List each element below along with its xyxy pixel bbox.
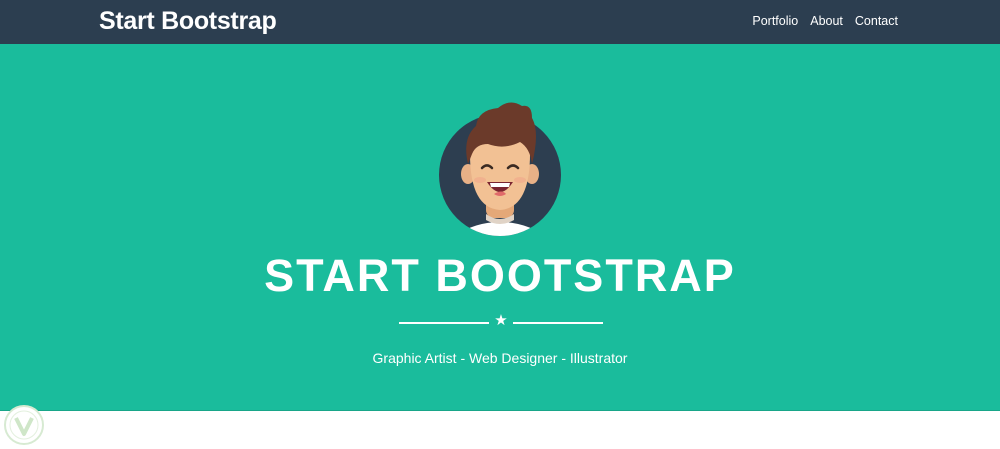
navbar: Start Bootstrap Portfolio About Contact [0, 0, 1000, 44]
star-divider: ★ [399, 312, 603, 330]
profile-avatar-icon [439, 102, 561, 236]
nav-link-portfolio[interactable]: Portfolio [752, 14, 798, 28]
star-icon: ★ [494, 312, 508, 329]
hero-title: START BOOTSTRAP [264, 250, 736, 301]
watermark-logo-icon [4, 405, 44, 445]
divider-line-right [513, 322, 603, 324]
brand-link[interactable]: Start Bootstrap [99, 7, 277, 36]
nav-link-contact[interactable]: Contact [855, 14, 898, 28]
divider-line-left [399, 322, 489, 324]
nav-link-about[interactable]: About [810, 14, 843, 28]
hero-subtitle: Graphic Artist - Web Designer - Illustra… [372, 350, 628, 366]
nav-links: Portfolio About Contact [752, 14, 898, 28]
hero-section: START BOOTSTRAP ★ Graphic Artist - Web D… [0, 44, 1000, 411]
